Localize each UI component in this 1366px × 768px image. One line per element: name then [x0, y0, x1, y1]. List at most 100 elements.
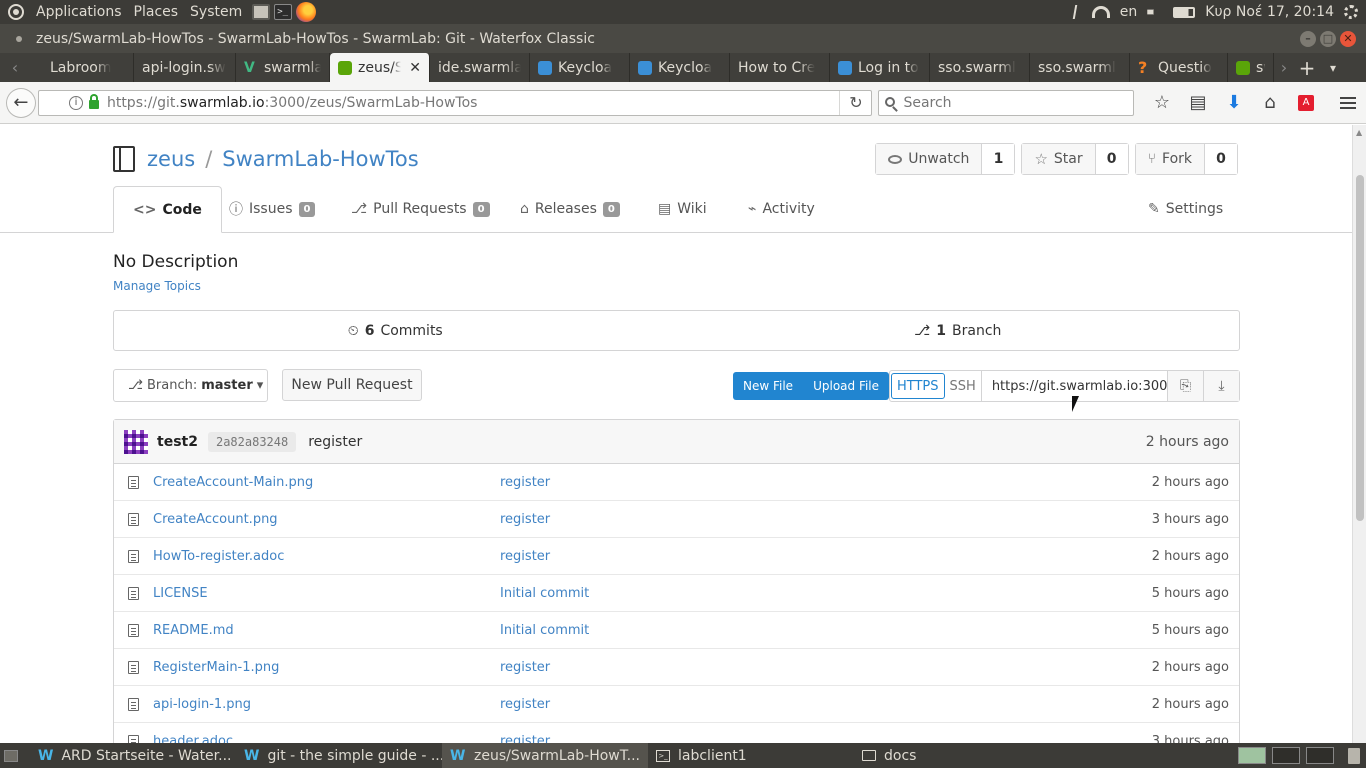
ssh-clone-button[interactable]: SSH: [945, 371, 981, 401]
tab-scroll-right-button[interactable]: ›: [1274, 53, 1294, 82]
ubuntu-logo-icon[interactable]: [8, 4, 24, 20]
volume-icon[interactable]: [1147, 6, 1159, 18]
watch-button[interactable]: Unwatch 1: [875, 143, 1016, 175]
browser-tab[interactable]: sso.swarml: [1030, 53, 1130, 82]
browser-tab[interactable]: Keycloa: [530, 53, 630, 82]
taskbar-window[interactable]: docs: [854, 743, 1054, 768]
firefox-launcher-icon[interactable]: [296, 2, 317, 22]
browser-tab[interactable]: V swarmla: [236, 53, 330, 82]
minimize-button[interactable]: –: [1300, 30, 1316, 47]
file-manager-launcher-icon[interactable]: [252, 4, 271, 20]
tab-issues[interactable]: ⓘ Issues 0: [229, 186, 316, 232]
browser-tab[interactable]: api-login.sw: [134, 53, 236, 82]
browser-tab-active[interactable]: zeus/S ✕: [330, 53, 430, 82]
file-name-link[interactable]: RegisterMain-1.png: [153, 660, 279, 675]
upload-file-button[interactable]: Upload File: [803, 372, 889, 400]
file-name-link[interactable]: HowTo-register.adoc: [153, 549, 284, 564]
window-title-bar[interactable]: zeus/SwarmLab-HowTos - SwarmLab-HowTos -…: [0, 24, 1366, 53]
battery-icon[interactable]: [1173, 6, 1196, 18]
taskbar-window[interactable]: W ARD Startseite - Water...: [30, 743, 236, 768]
scroll-up-icon[interactable]: ▲: [1356, 128, 1362, 137]
browser-tab[interactable]: sso.swarml: [930, 53, 1030, 82]
applications-menu[interactable]: Applications: [30, 0, 128, 24]
watch-count[interactable]: 1: [982, 144, 1015, 174]
taskbar-window[interactable]: >_ labclient1: [648, 743, 854, 768]
browser-tab[interactable]: ide.swarmla: [430, 53, 530, 82]
download-icon[interactable]: ⤓: [1203, 371, 1239, 401]
browser-tab[interactable]: Log in to: [830, 53, 930, 82]
fork-count[interactable]: 0: [1205, 144, 1237, 174]
star-count[interactable]: 0: [1095, 144, 1128, 174]
site-info-icon[interactable]: i: [68, 95, 83, 110]
taskbar-window-active[interactable]: W zeus/SwarmLab-HowT...: [442, 743, 648, 768]
file-commit-link[interactable]: register: [500, 697, 550, 712]
keyboard-layout[interactable]: en: [1120, 4, 1138, 20]
maximize-button[interactable]: □: [1320, 30, 1336, 47]
tab-wiki[interactable]: ▤ Wiki: [658, 186, 707, 232]
places-menu[interactable]: Places: [128, 0, 185, 24]
file-name-link[interactable]: header.adoc: [153, 734, 233, 744]
file-commit-link[interactable]: register: [500, 475, 550, 490]
tab-pull-requests[interactable]: ⎇ Pull Requests 0: [351, 186, 490, 232]
browser-tab[interactable]: How to Cre: [730, 53, 830, 82]
commit-author[interactable]: test2: [157, 434, 198, 450]
new-file-button[interactable]: New File: [733, 372, 803, 400]
file-commit-link[interactable]: register: [500, 512, 550, 527]
browser-tab[interactable]: ? Questio: [1130, 53, 1228, 82]
branch-dropdown[interactable]: ⎇ Branch: master ▾: [113, 369, 268, 402]
file-name-link[interactable]: CreateAccount.png: [153, 512, 278, 527]
scrollbar-thumb[interactable]: [1356, 175, 1364, 521]
tab-list-button[interactable]: ▾: [1320, 53, 1346, 82]
browser-tab[interactable]: Labroom: [30, 53, 134, 82]
tab-code[interactable]: <> Code: [113, 186, 222, 233]
close-window-button[interactable]: ✕: [1340, 30, 1356, 47]
star-button[interactable]: ☆ Star 0: [1021, 143, 1129, 175]
back-button[interactable]: ←: [6, 87, 36, 118]
page-scrollbar[interactable]: ▲: [1352, 125, 1366, 743]
commit-sha-button[interactable]: 2a82a83248: [207, 431, 297, 452]
file-commit-link[interactable]: Initial commit: [500, 623, 589, 638]
addon-icon[interactable]: A: [1288, 89, 1324, 117]
terminal-launcher-icon[interactable]: >_: [274, 4, 293, 20]
file-name-link[interactable]: CreateAccount-Main.png: [153, 475, 313, 490]
bookmark-star-icon[interactable]: ☆: [1144, 89, 1180, 117]
home-icon[interactable]: ⌂: [1252, 89, 1288, 117]
repo-owner-link[interactable]: zeus: [147, 147, 195, 171]
menu-button[interactable]: [1330, 89, 1366, 117]
session-gear-icon[interactable]: [1344, 5, 1358, 19]
search-input[interactable]: Search: [878, 89, 1134, 116]
fork-button[interactable]: ⑂ Fork 0: [1134, 143, 1238, 175]
file-name-link[interactable]: api-login-1.png: [153, 697, 251, 712]
browser-tab[interactable]: Keycloa: [630, 53, 730, 82]
new-pull-request-button[interactable]: New Pull Request: [282, 369, 422, 401]
workspace-2[interactable]: [1272, 747, 1300, 764]
show-desktop-icon[interactable]: [4, 749, 18, 762]
manage-topics-link[interactable]: Manage Topics: [113, 279, 201, 293]
tab-releases[interactable]: ⌂ Releases 0: [520, 186, 620, 232]
commits-stat[interactable]: ⏲ 6 Commits: [114, 311, 677, 350]
https-clone-button[interactable]: HTTPS: [891, 373, 945, 399]
file-name-link[interactable]: README.md: [153, 623, 234, 638]
window-menu-dot-icon[interactable]: [16, 35, 22, 42]
repo-name-link[interactable]: SwarmLab-HowTos: [222, 147, 418, 171]
tab-activity[interactable]: ⌁ Activity: [748, 186, 815, 232]
clock[interactable]: Κυρ Νοέ 17, 20:14: [1205, 4, 1334, 20]
tab-scroll-left-button[interactable]: ‹: [0, 53, 30, 82]
bluetooth-icon[interactable]: [1072, 5, 1083, 19]
library-icon[interactable]: ▤: [1180, 89, 1216, 117]
reload-button[interactable]: ↻: [839, 90, 871, 115]
close-tab-icon[interactable]: ✕: [409, 60, 421, 76]
workspace-1[interactable]: [1238, 747, 1266, 764]
system-menu[interactable]: System: [184, 0, 248, 24]
tab-settings[interactable]: ✎ Settings: [1148, 186, 1223, 232]
file-name-link[interactable]: LICENSE: [153, 586, 208, 601]
wifi-icon[interactable]: [1091, 6, 1110, 18]
copy-clipboard-icon[interactable]: ⎘: [1167, 371, 1203, 401]
file-commit-link[interactable]: register: [500, 734, 550, 744]
avatar[interactable]: [124, 429, 148, 454]
branches-stat[interactable]: ⎇ 1 Branch: [677, 311, 1240, 350]
file-commit-link[interactable]: register: [500, 549, 550, 564]
url-bar[interactable]: i https://git. swarmlab.io:3000/zeus/Swar…: [37, 89, 873, 116]
downloads-icon[interactable]: ⬇: [1216, 89, 1252, 117]
trash-icon[interactable]: [1348, 747, 1360, 764]
